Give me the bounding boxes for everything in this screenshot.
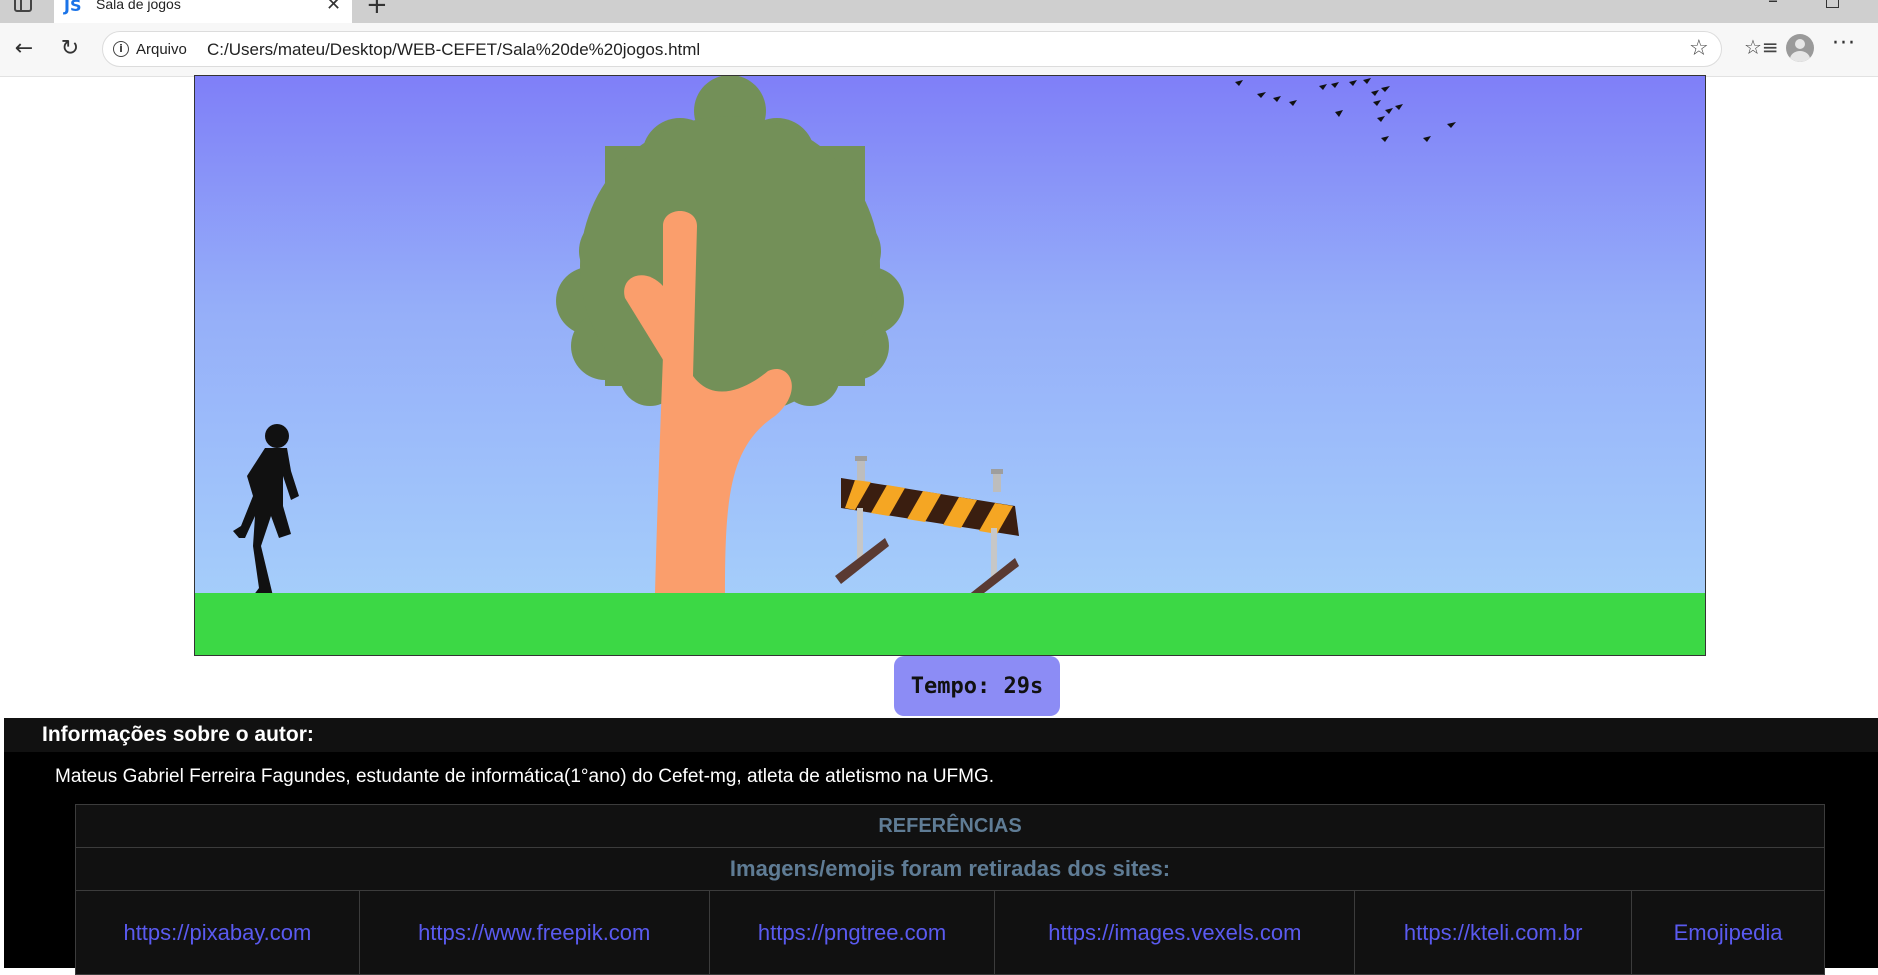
ref-link-freepik[interactable]: https://www.freepik.com (358, 890, 710, 975)
ref-link-kteli[interactable]: https://kteli.com.br (1354, 890, 1633, 975)
favorites-icon[interactable]: ☆≡ (1744, 35, 1779, 59)
ref-link-pngtree[interactable]: https://pngtree.com (708, 890, 996, 975)
game-canvas[interactable] (194, 75, 1706, 656)
author-text: Mateus Gabriel Ferreira Fagundes, estuda… (55, 766, 995, 787)
references-table: REFERÊNCIAS Imagens/emojis foram retirad… (75, 804, 1825, 975)
address-bar[interactable]: i Arquivo C:/Users/mateu/Desktop/WEB-CEF… (102, 31, 1722, 67)
page-content: Tempo: 29s Informações sobre o autor: Ma… (4, 75, 1878, 975)
tree-foliage (556, 76, 904, 419)
runner-silhouette (233, 424, 299, 596)
birds-flock (1235, 78, 1456, 142)
ref-link-vexels[interactable]: https://images.vexels.com (994, 890, 1356, 975)
address-label: Arquivo (136, 41, 187, 58)
minimize-icon[interactable]: – (1768, 0, 1778, 12)
profile-avatar[interactable] (1786, 34, 1814, 62)
tab-bar: JS Sala de jogos ✕ + – (0, 0, 1878, 23)
star-icon[interactable]: ☆ (1689, 36, 1709, 61)
hurdle-barrier (835, 456, 1019, 600)
back-icon[interactable]: ← (10, 35, 38, 63)
new-tab-icon[interactable]: + (366, 0, 388, 20)
browser-toolbar: ← ↻ i Arquivo C:/Users/mateu/Desktop/WEB… (0, 23, 1878, 77)
ref-link-emojipedia[interactable]: Emojipedia (1631, 890, 1825, 975)
maximize-icon[interactable] (1826, 0, 1839, 8)
sidebar-icon[interactable] (14, 0, 32, 12)
timer-display: Tempo: 29s (894, 656, 1060, 716)
url-text[interactable]: C:/Users/mateu/Desktop/WEB-CEFET/Sala%20… (207, 40, 700, 60)
game-scene (233, 76, 1456, 600)
references-subheading: Imagens/emojis foram retiradas dos sites… (75, 847, 1825, 891)
references-heading: REFERÊNCIAS (75, 804, 1825, 848)
close-icon[interactable]: ✕ (326, 0, 341, 15)
tab-sala-de-jogos[interactable]: JS Sala de jogos ✕ (54, 0, 352, 23)
author-header: Informações sobre o autor: (4, 718, 1878, 752)
grass-ground (195, 593, 1705, 655)
info-icon[interactable]: i (113, 41, 129, 57)
tab-title: Sala de jogos (96, 0, 181, 12)
reload-icon[interactable]: ↻ (56, 35, 84, 63)
ref-link-pixabay[interactable]: https://pixabay.com (75, 890, 360, 975)
author-title: Informações sobre o autor: (42, 723, 314, 746)
more-icon[interactable]: ··· (1832, 31, 1856, 56)
tab-favicon-icon: JS (64, 0, 82, 15)
